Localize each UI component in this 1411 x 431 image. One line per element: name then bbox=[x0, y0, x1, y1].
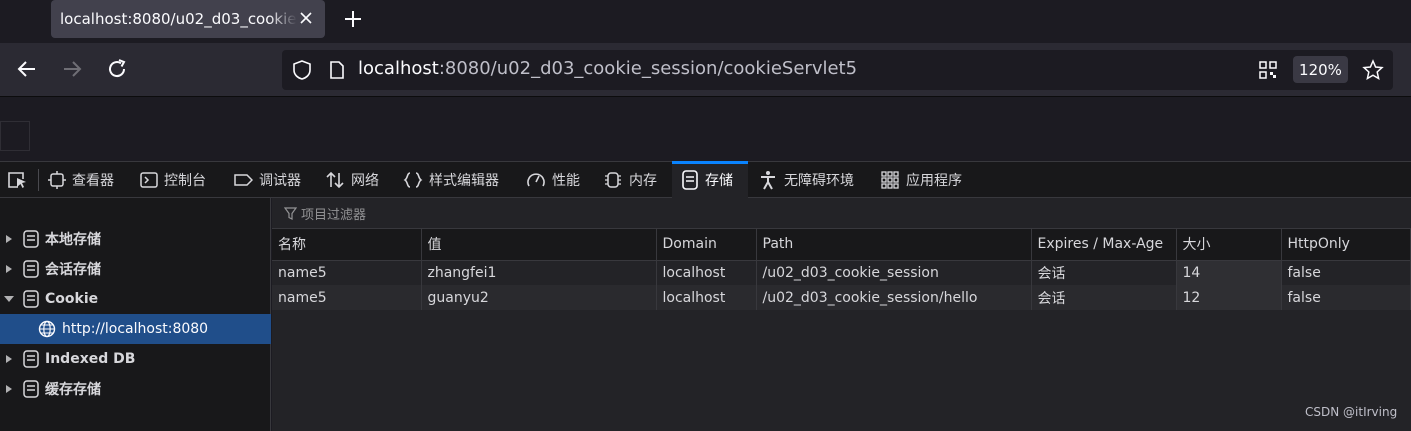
network-icon bbox=[326, 171, 344, 189]
storage-icon bbox=[23, 260, 39, 278]
back-arrow-icon[interactable] bbox=[15, 57, 39, 81]
cell-size[interactable]: 14 bbox=[1176, 260, 1282, 285]
cell-expires[interactable]: 会话 bbox=[1031, 260, 1177, 285]
navigation-bar: localhost:8080/u02_d03_cookie_session/co… bbox=[0, 43, 1411, 96]
shield-icon[interactable] bbox=[291, 59, 313, 81]
tab-debugger[interactable]: 调试器 bbox=[233, 162, 301, 198]
cell-domain[interactable]: localhost bbox=[656, 260, 757, 285]
expand-arrow-icon[interactable] bbox=[4, 354, 14, 364]
cell-value[interactable]: guanyu2 bbox=[421, 285, 657, 310]
sidebar-item-cache-storage[interactable]: 缓存存储 bbox=[0, 374, 271, 404]
tab-performance[interactable]: 性能 bbox=[526, 162, 580, 198]
tab-storage[interactable]: 存储 bbox=[672, 161, 748, 198]
sidebar-item-localhost[interactable]: http://localhost:8080 bbox=[0, 314, 271, 344]
storage-main-panel: 项目过滤器 名称 值 Domain Path Expires / Max-Age… bbox=[272, 198, 1411, 431]
debugger-icon bbox=[234, 174, 253, 186]
zoom-level-button[interactable]: 120% bbox=[1293, 56, 1348, 83]
column-header-path[interactable]: Path bbox=[756, 229, 1032, 261]
toolbar-separator bbox=[38, 169, 39, 191]
tab-style-editor[interactable]: 样式编辑器 bbox=[403, 162, 499, 198]
application-icon bbox=[881, 171, 899, 189]
tab-strip: localhost:8080/u02_d03_cookie_session/co… bbox=[0, 0, 1411, 43]
style-editor-icon bbox=[403, 172, 423, 188]
sidebar-item-indexed-db[interactable]: Indexed DB bbox=[0, 344, 271, 374]
tab-memory[interactable]: 内存 bbox=[603, 162, 657, 198]
globe-icon bbox=[38, 320, 56, 338]
cell-httponly[interactable]: false bbox=[1281, 260, 1411, 285]
storage-icon bbox=[23, 230, 39, 248]
collapse-arrow-icon[interactable] bbox=[4, 294, 14, 304]
expand-arrow-icon[interactable] bbox=[4, 234, 14, 244]
star-icon[interactable] bbox=[1362, 59, 1384, 81]
page-icon[interactable] bbox=[328, 60, 346, 80]
cell-name[interactable]: name5 bbox=[272, 260, 422, 285]
element-picker-icon[interactable] bbox=[6, 170, 28, 190]
tab-accessibility[interactable]: 无障碍环境 bbox=[758, 162, 854, 198]
cell-name[interactable]: name5 bbox=[272, 285, 422, 310]
cell-size[interactable]: 12 bbox=[1176, 285, 1282, 310]
url-bar[interactable]: localhost:8080/u02_d03_cookie_session/co… bbox=[282, 50, 1393, 90]
close-icon[interactable] bbox=[297, 9, 315, 27]
storage-icon bbox=[23, 290, 39, 308]
cell-path[interactable]: /u02_d03_cookie_session bbox=[756, 260, 1032, 285]
filter-input[interactable]: 项目过滤器 bbox=[272, 198, 1411, 229]
column-header-domain[interactable]: Domain bbox=[656, 229, 757, 261]
memory-icon bbox=[605, 172, 621, 188]
performance-icon bbox=[527, 173, 545, 187]
expand-arrow-icon[interactable] bbox=[4, 264, 14, 274]
sidebar-item-cookie[interactable]: Cookie bbox=[0, 284, 271, 314]
column-header-value[interactable]: 值 bbox=[421, 229, 657, 261]
page-content bbox=[0, 96, 1411, 161]
sidebar-item-session-storage[interactable]: 会话存储 bbox=[0, 254, 271, 284]
column-header-name[interactable]: 名称 bbox=[272, 229, 422, 261]
cell-expires[interactable]: 会话 bbox=[1031, 285, 1177, 310]
tab-title: localhost:8080/u02_d03_cookie_session/co… bbox=[60, 10, 297, 28]
column-header-httponly[interactable]: HttpOnly bbox=[1281, 229, 1411, 261]
url-text[interactable]: localhost:8080/u02_d03_cookie_session/co… bbox=[358, 58, 857, 79]
storage-icon bbox=[23, 380, 39, 398]
storage-sidebar: 本地存储 会话存储 Cookie http://localhost:8080 I… bbox=[0, 198, 271, 431]
page-element-box bbox=[0, 121, 30, 151]
table-row[interactable]: name5 zhangfei1 localhost /u02_d03_cooki… bbox=[272, 260, 1411, 285]
forward-arrow-icon[interactable] bbox=[60, 57, 84, 81]
tab-inspector[interactable]: 查看器 bbox=[48, 162, 114, 198]
table-row[interactable]: name5 guanyu2 localhost /u02_d03_cookie_… bbox=[272, 285, 1411, 310]
column-header-expires[interactable]: Expires / Max-Age bbox=[1031, 229, 1177, 261]
qr-code-icon[interactable] bbox=[1258, 60, 1278, 80]
watermark: CSDN @itIrving bbox=[1305, 405, 1398, 419]
browser-tab[interactable]: localhost:8080/u02_d03_cookie_session/co… bbox=[51, 0, 325, 38]
table-header-row: 名称 值 Domain Path Expires / Max-Age 大小 Ht… bbox=[272, 229, 1411, 261]
filter-icon bbox=[284, 206, 297, 220]
tab-network[interactable]: 网络 bbox=[325, 162, 379, 198]
reload-icon[interactable] bbox=[105, 57, 129, 81]
cell-httponly[interactable]: false bbox=[1281, 285, 1411, 310]
tab-application[interactable]: 应用程序 bbox=[880, 162, 962, 198]
storage-icon bbox=[682, 170, 698, 190]
plus-icon[interactable] bbox=[340, 6, 366, 32]
column-header-size[interactable]: 大小 bbox=[1176, 229, 1282, 261]
cookie-table: 名称 值 Domain Path Expires / Max-Age 大小 Ht… bbox=[272, 229, 1411, 310]
accessibility-icon bbox=[761, 171, 775, 190]
cell-path[interactable]: /u02_d03_cookie_session/hello bbox=[756, 285, 1032, 310]
storage-icon bbox=[23, 350, 39, 368]
cell-value[interactable]: zhangfei1 bbox=[421, 260, 657, 285]
inspector-icon bbox=[48, 171, 66, 189]
devtools-toolbar: 查看器 控制台 调试器 网络 样式编辑器 性能 内存 存储 无障碍环境 应用程序 bbox=[0, 161, 1411, 198]
cell-domain[interactable]: localhost bbox=[656, 285, 757, 310]
expand-arrow-icon[interactable] bbox=[4, 384, 14, 394]
sidebar-item-local-storage[interactable]: 本地存储 bbox=[0, 224, 271, 254]
tab-console[interactable]: 控制台 bbox=[140, 162, 206, 198]
console-icon bbox=[140, 172, 158, 188]
